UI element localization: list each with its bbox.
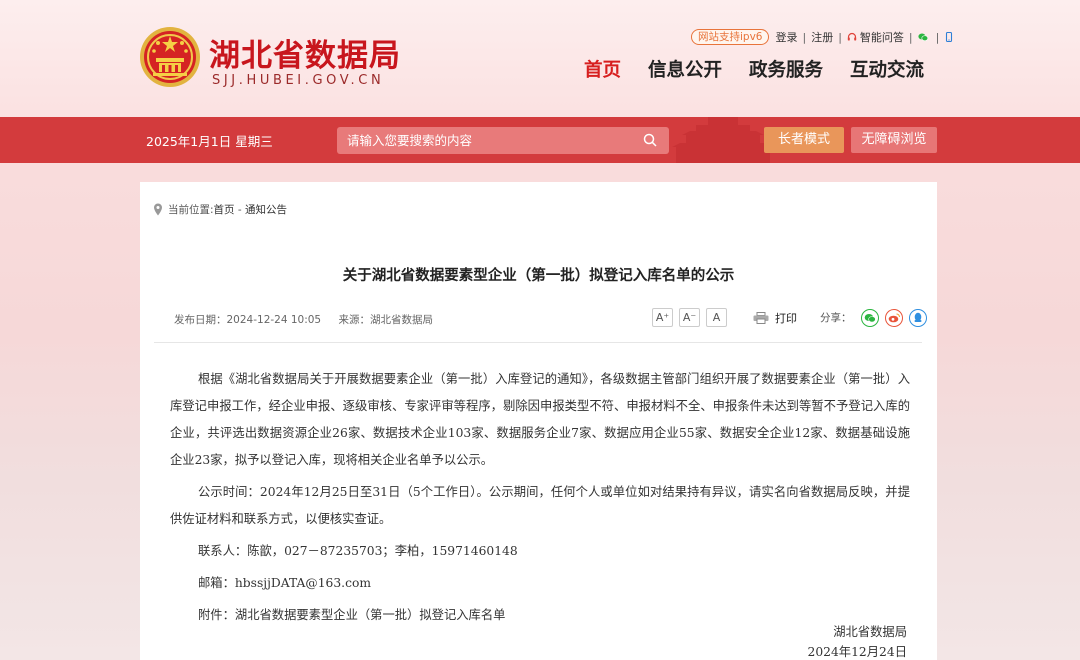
main-nav: 首页 信息公开 政务服务 互动交流 <box>584 56 951 82</box>
separator: | <box>802 30 807 44</box>
share-label: 分享： <box>820 312 852 324</box>
font-reset-button[interactable]: A <box>706 308 727 327</box>
breadcrumb-separator: - <box>234 203 246 216</box>
accessible-browse-button[interactable]: 无障碍浏览 <box>851 127 937 153</box>
breadcrumb: 当前位置: 首页 - 通知公告 <box>153 202 287 217</box>
print-button[interactable]: 打印 <box>775 310 797 326</box>
paragraph: 根据《湖北省数据局关于开展数据要素企业（第一批）入库登记的通知》，各级数据主管部… <box>170 372 910 467</box>
article-tools: A⁺ A⁻ A 打印 分享： <box>652 308 933 327</box>
contact-line: 联系人：陈歆，027－87235703；李柏，15971460148 <box>198 544 518 558</box>
elder-mode-button[interactable]: 长者模式 <box>764 127 844 153</box>
article-source: 来源：湖北省数据局 <box>338 314 433 326</box>
breadcrumb-section[interactable]: 通知公告 <box>245 202 287 217</box>
mobile-icon[interactable] <box>944 32 954 42</box>
separator: | <box>838 30 842 44</box>
share-qq-icon[interactable] <box>908 308 927 327</box>
toolbar-bar: 2025年1月1日 星期三 长者模式 无障碍浏览 <box>0 117 1080 163</box>
location-pin-icon <box>154 203 162 216</box>
wechat-icon[interactable] <box>918 32 928 42</box>
sign-organization: 湖北省数据局 <box>833 625 907 639</box>
article-body: 根据《湖北省数据局关于开展数据要素企业（第一批）入库登记的通知》，各级数据主管部… <box>170 366 910 634</box>
font-decrease-button[interactable]: A⁻ <box>679 308 700 327</box>
publish-date: 发布日期：2024-12-24 10:05 <box>174 314 322 326</box>
font-increase-button[interactable]: A⁺ <box>652 308 673 327</box>
nav-interaction[interactable]: 互动交流 <box>850 56 924 82</box>
divider <box>154 342 922 343</box>
headset-icon <box>847 32 857 41</box>
assistant-link[interactable]: 智能问答 <box>860 29 904 45</box>
tower-silhouette-icon <box>672 117 774 163</box>
national-emblem-icon[interactable] <box>139 26 201 88</box>
article-card: 当前位置: 首页 - 通知公告 关于湖北省数据要素型企业（第一批）拟登记入库名单… <box>140 182 937 660</box>
breadcrumb-home[interactable]: 首页 <box>214 202 235 217</box>
current-date: 2025年1月1日 星期三 <box>146 134 273 149</box>
site-domain: SJJ.HUBEI.GOV.CN <box>212 73 385 88</box>
search-box <box>337 127 669 154</box>
attachment-link[interactable]: 附件：湖北省数据要素型企业（第一批）拟登记入库名单 <box>170 602 910 629</box>
login-link[interactable]: 登录 <box>775 29 797 45</box>
sign-date: 2024年12月24日 <box>807 645 907 659</box>
breadcrumb-label: 当前位置: <box>168 204 214 216</box>
separator: | <box>935 30 940 44</box>
site-header: 湖北省数据局 SJJ.HUBEI.GOV.CN 网站支持ipv6 登录 | 注册… <box>0 0 1080 117</box>
share-wechat-icon[interactable] <box>860 308 879 327</box>
signature-block: 湖北省数据局 2024年12月24日 <box>808 622 907 660</box>
register-link[interactable]: 注册 <box>811 29 833 45</box>
share-weibo-icon[interactable] <box>884 308 903 327</box>
search-input[interactable] <box>347 127 637 154</box>
ipv6-badge: 网站支持ipv6 <box>691 29 770 45</box>
nav-info-disclosure[interactable]: 信息公开 <box>648 56 722 82</box>
email-line: 邮箱：hbssjjDATA@163.com <box>198 576 372 590</box>
article-meta: 发布日期：2024-12-24 10:05 来源：湖北省数据局 <box>174 312 433 327</box>
top-links: 网站支持ipv6 登录 | 注册 | 智能问答 | | <box>691 28 957 46</box>
separator: | <box>908 30 913 44</box>
paragraph: 公示时间：2024年12月25日至31日（5个工作日）。公示期间，任何个人或单位… <box>170 485 910 526</box>
search-icon[interactable] <box>643 133 657 147</box>
article-title: 关于湖北省数据要素型企业（第一批）拟登记入库名单的公示 <box>342 268 735 284</box>
nav-gov-services[interactable]: 政务服务 <box>749 56 823 82</box>
nav-home[interactable]: 首页 <box>584 56 621 82</box>
printer-icon[interactable] <box>753 311 769 324</box>
site-title[interactable]: 湖北省数据局 <box>209 30 401 75</box>
